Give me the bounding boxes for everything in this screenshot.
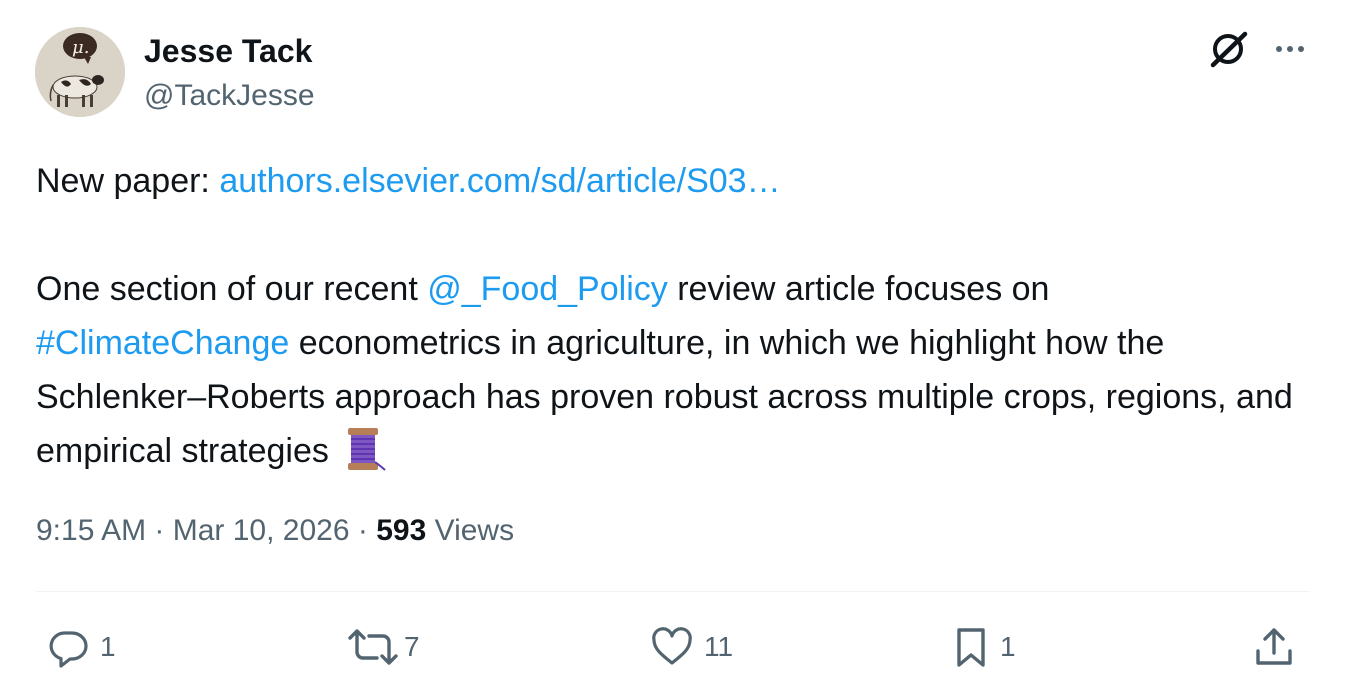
thread-spool-emoji-icon	[342, 426, 388, 488]
article-link[interactable]: authors.elsevier.com/sd/article/S03…	[219, 162, 780, 200]
bookmark-button[interactable]: 1	[952, 620, 1016, 674]
grok-icon[interactable]	[1205, 28, 1251, 70]
views-count: 593	[376, 514, 427, 547]
meta-separator: ·	[146, 514, 173, 547]
repost-count: 7	[404, 631, 420, 662]
tweet-line-1: New paper: authors.elsevier.com/sd/artic…	[36, 154, 1326, 208]
reply-button[interactable]: 1	[46, 620, 116, 674]
reply-icon	[49, 631, 88, 668]
heart-icon	[652, 627, 692, 665]
like-count: 11	[704, 631, 734, 662]
more-options-icon[interactable]	[1268, 28, 1312, 70]
author-handle[interactable]: @TackJesse	[144, 79, 315, 113]
like-button[interactable]: 11	[650, 620, 733, 674]
repost-button[interactable]: 7	[344, 620, 420, 674]
tweet-text: New paper: authors.elsevier.com/sd/artic…	[36, 154, 1326, 488]
tweet-meta: 9:15 AM · Mar 10, 2026 · 593 Views	[36, 514, 514, 548]
tweet-date[interactable]: Mar 10, 2026	[173, 514, 350, 547]
tweet-time[interactable]: 9:15 AM	[36, 514, 146, 547]
tweet-paragraph-2: One section of our recent @_Food_Policy …	[36, 262, 1326, 488]
reply-count: 1	[100, 631, 116, 662]
views-label: Views	[426, 514, 515, 547]
meta-separator: ·	[349, 514, 377, 547]
hashtag-link[interactable]: #ClimateChange	[36, 324, 289, 362]
share-icon	[1256, 628, 1292, 665]
bookmark-icon	[957, 628, 985, 667]
divider	[36, 591, 1309, 592]
repost-icon	[348, 629, 398, 665]
author-name[interactable]: Jesse Tack	[144, 33, 312, 70]
tweet-text-segment: review article focuses on	[667, 270, 1050, 308]
share-button[interactable]	[1252, 620, 1296, 674]
svg-text:μ.: μ.	[72, 37, 89, 58]
mention-link[interactable]: @_Food_Policy	[427, 270, 668, 308]
avatar-cow-image: μ.	[35, 27, 125, 117]
avatar[interactable]: μ.	[35, 27, 125, 117]
tweet-text-segment: One section of our recent	[36, 270, 428, 308]
tweet-text-prefix: New paper:	[36, 162, 220, 200]
bookmark-count: 1	[1000, 631, 1016, 662]
